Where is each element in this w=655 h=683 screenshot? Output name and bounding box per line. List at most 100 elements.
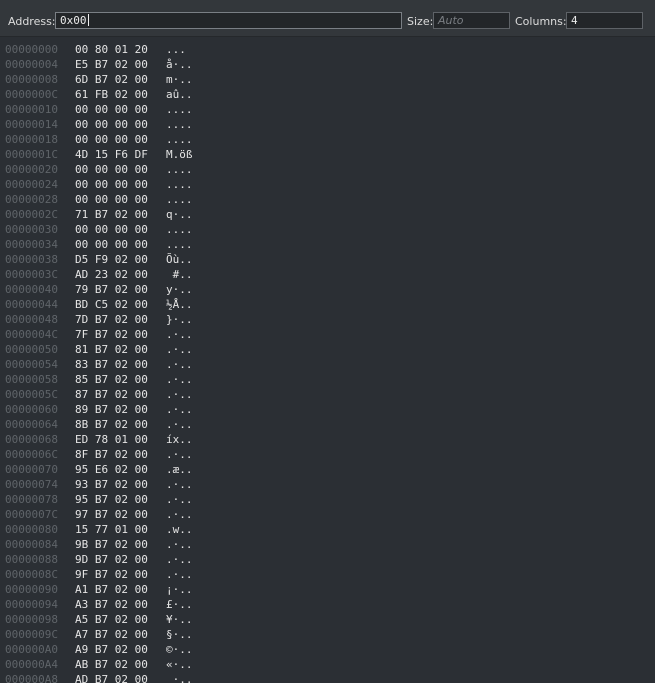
row-ascii[interactable]: .·.. bbox=[166, 327, 193, 342]
row-bytes[interactable]: AD B7 02 00 bbox=[75, 672, 148, 683]
row-ascii[interactable]: £·.. bbox=[166, 597, 193, 612]
row-ascii[interactable]: .æ.. bbox=[166, 462, 193, 477]
size-input[interactable]: Auto bbox=[433, 12, 510, 29]
row-bytes[interactable]: A3 B7 02 00 bbox=[75, 597, 148, 612]
row-ascii[interactable]: ... bbox=[166, 42, 186, 57]
row-ascii[interactable]: .·.. bbox=[166, 537, 193, 552]
row-ascii[interactable]: ¡·.. bbox=[166, 582, 193, 597]
row-bytes[interactable]: 9D B7 02 00 bbox=[75, 552, 148, 567]
row-address: 00000050 bbox=[5, 343, 58, 356]
row-bytes[interactable]: 7F B7 02 00 bbox=[75, 327, 148, 342]
row-ascii[interactable]: .·.. bbox=[166, 342, 193, 357]
row-bytes[interactable]: 83 B7 02 00 bbox=[75, 357, 148, 372]
address-input[interactable]: 0x00 bbox=[55, 12, 402, 29]
row-bytes[interactable]: 4D 15 F6 DF bbox=[75, 147, 148, 162]
row-bytes[interactable]: 00 00 00 00 bbox=[75, 237, 148, 252]
row-address: 00000014 bbox=[5, 118, 58, 131]
hex-dump-view[interactable]: 00000000 00 80 01 20... 00000004 E5 B7 02 0… bbox=[0, 36, 655, 683]
row-bytes[interactable]: 8F B7 02 00 bbox=[75, 447, 148, 462]
row-bytes[interactable]: 87 B7 02 00 bbox=[75, 387, 148, 402]
row-bytes[interactable]: 61 FB 02 00 bbox=[75, 87, 148, 102]
row-address: 000000A0 bbox=[5, 643, 58, 656]
row-bytes[interactable]: 00 00 00 00 bbox=[75, 132, 148, 147]
row-ascii[interactable]: .·.. bbox=[166, 552, 193, 567]
row-bytes[interactable]: BD C5 02 00 bbox=[75, 297, 148, 312]
row-bytes[interactable]: A7 B7 02 00 bbox=[75, 627, 148, 642]
row-bytes[interactable]: 79 B7 02 00 bbox=[75, 282, 148, 297]
row-ascii[interactable]: «·.. bbox=[166, 657, 193, 672]
row-ascii[interactable]: .... bbox=[166, 162, 193, 177]
row-ascii[interactable]: .... bbox=[166, 117, 193, 132]
row-bytes[interactable]: 93 B7 02 00 bbox=[75, 477, 148, 492]
row-ascii[interactable]: M.öß bbox=[166, 147, 193, 162]
row-ascii[interactable]: .... bbox=[166, 192, 193, 207]
row-bytes[interactable]: 95 B7 02 00 bbox=[75, 492, 148, 507]
row-ascii[interactable]: .... bbox=[166, 222, 193, 237]
row-ascii[interactable]: íx.. bbox=[166, 432, 193, 447]
row-ascii[interactable]: .·.. bbox=[166, 357, 193, 372]
row-bytes[interactable]: 00 00 00 00 bbox=[75, 177, 148, 192]
row-ascii[interactable]: .·.. bbox=[166, 447, 193, 462]
row-ascii[interactable]: .... bbox=[166, 102, 193, 117]
row-bytes[interactable]: 85 B7 02 00 bbox=[75, 372, 148, 387]
row-ascii[interactable]: .·.. bbox=[166, 417, 193, 432]
row-bytes[interactable]: 00 00 00 00 bbox=[75, 222, 148, 237]
row-ascii[interactable]: .·.. bbox=[166, 387, 193, 402]
row-bytes[interactable]: AB B7 02 00 bbox=[75, 657, 148, 672]
row-bytes[interactable]: 7D B7 02 00 bbox=[75, 312, 148, 327]
row-bytes[interactable]: 9B B7 02 00 bbox=[75, 537, 148, 552]
row-ascii[interactable]: .·.. bbox=[166, 492, 193, 507]
row-ascii[interactable]: ½Å.. bbox=[166, 297, 193, 312]
row-ascii[interactable]: .·.. bbox=[166, 507, 193, 522]
row-ascii[interactable]: ·.. bbox=[166, 672, 193, 683]
row-ascii[interactable]: .... bbox=[166, 132, 193, 147]
row-ascii[interactable]: §·.. bbox=[166, 627, 193, 642]
row-ascii[interactable]: .... bbox=[166, 237, 193, 252]
size-placeholder: Auto bbox=[438, 14, 464, 27]
row-ascii[interactable]: aû.. bbox=[166, 87, 193, 102]
row-ascii[interactable]: å·.. bbox=[166, 57, 193, 72]
row-bytes[interactable]: 00 00 00 00 bbox=[75, 192, 148, 207]
row-bytes[interactable]: 00 00 00 00 bbox=[75, 162, 148, 177]
row-bytes[interactable]: 8B B7 02 00 bbox=[75, 417, 148, 432]
row-ascii[interactable]: .·.. bbox=[166, 372, 193, 387]
row-bytes[interactable]: 81 B7 02 00 bbox=[75, 342, 148, 357]
row-ascii[interactable]: .·.. bbox=[166, 477, 193, 492]
row-bytes[interactable]: 00 00 00 00 bbox=[75, 117, 148, 132]
row-ascii[interactable]: ¥·.. bbox=[166, 612, 193, 627]
row-bytes[interactable]: 95 E6 02 00 bbox=[75, 462, 148, 477]
row-bytes[interactable]: ED 78 01 00 bbox=[75, 432, 148, 447]
row-bytes[interactable]: 71 B7 02 00 bbox=[75, 207, 148, 222]
row-bytes[interactable]: AD 23 02 00 bbox=[75, 267, 148, 282]
row-bytes[interactable]: A9 B7 02 00 bbox=[75, 642, 148, 657]
row-address: 0000009C bbox=[5, 628, 58, 641]
row-bytes[interactable]: 6D B7 02 00 bbox=[75, 72, 148, 87]
row-address: 00000060 bbox=[5, 403, 58, 416]
row-address: 0000003C bbox=[5, 268, 58, 281]
row-bytes[interactable]: 89 B7 02 00 bbox=[75, 402, 148, 417]
row-ascii[interactable]: y·.. bbox=[166, 282, 193, 297]
row-ascii[interactable]: m·.. bbox=[166, 72, 193, 87]
row-ascii[interactable]: Õù.. bbox=[166, 252, 193, 267]
row-bytes[interactable]: A1 B7 02 00 bbox=[75, 582, 148, 597]
row-ascii[interactable]: .·.. bbox=[166, 567, 193, 582]
row-address: 00000058 bbox=[5, 373, 58, 386]
row-bytes[interactable]: 00 00 00 00 bbox=[75, 102, 148, 117]
row-bytes[interactable]: E5 B7 02 00 bbox=[75, 57, 148, 72]
row-ascii[interactable]: ©·.. bbox=[166, 642, 193, 657]
row-ascii[interactable]: .w.. bbox=[166, 522, 193, 537]
row-bytes[interactable]: D5 F9 02 00 bbox=[75, 252, 148, 267]
row-bytes[interactable]: A5 B7 02 00 bbox=[75, 612, 148, 627]
columns-input[interactable]: 4 bbox=[566, 12, 643, 29]
row-ascii[interactable]: q·.. bbox=[166, 207, 193, 222]
row-ascii[interactable]: .... bbox=[166, 177, 193, 192]
row-bytes[interactable]: 9F B7 02 00 bbox=[75, 567, 148, 582]
row-ascii[interactable]: }·.. bbox=[166, 312, 193, 327]
row-bytes[interactable]: 97 B7 02 00 bbox=[75, 507, 148, 522]
row-ascii[interactable]: .·.. bbox=[166, 402, 193, 417]
row-bytes[interactable]: 00 80 01 20 bbox=[75, 42, 148, 57]
row-bytes[interactable]: 15 77 01 00 bbox=[75, 522, 148, 537]
row-address: 00000008 bbox=[5, 73, 58, 86]
row-address: 00000024 bbox=[5, 178, 58, 191]
row-ascii[interactable]: #.. bbox=[166, 267, 193, 282]
